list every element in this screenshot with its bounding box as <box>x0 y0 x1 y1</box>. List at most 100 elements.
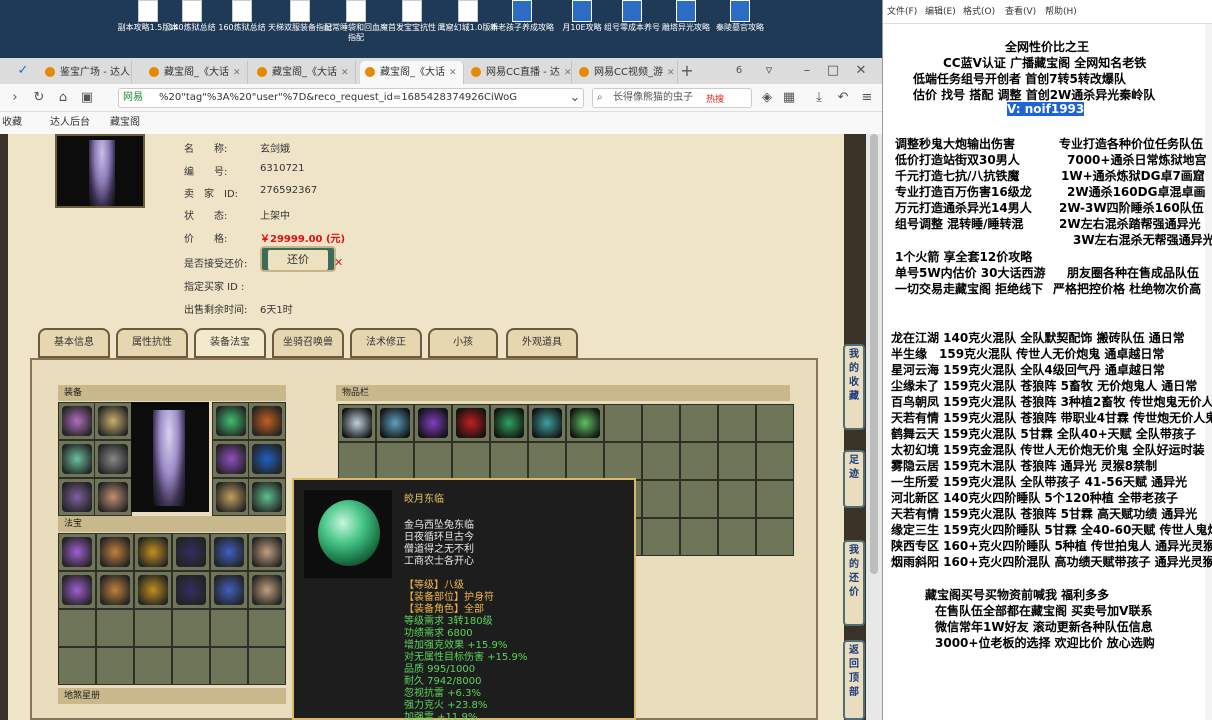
equipment-slot[interactable] <box>58 440 96 478</box>
inventory-slot[interactable] <box>452 442 490 480</box>
equipment-slot[interactable] <box>94 440 132 478</box>
undo-icon[interactable]: ↶ <box>834 89 852 107</box>
url-dropdown-icon[interactable]: ⌄ <box>566 89 584 107</box>
fabao-slot[interactable] <box>58 533 96 571</box>
tab-5[interactable]: 法术修正 <box>350 328 422 358</box>
equipment-slot[interactable] <box>94 402 132 440</box>
fabao-slot[interactable] <box>96 609 134 647</box>
inventory-slot[interactable] <box>756 480 794 518</box>
inventory-slot[interactable] <box>528 442 566 480</box>
hot-search-badge[interactable]: 热搜 <box>706 92 724 105</box>
close-icon[interactable]: ✕ <box>334 256 343 269</box>
browser-logo-icon[interactable]: ✓ <box>14 62 32 80</box>
inventory-slot[interactable] <box>718 404 756 442</box>
fabao-slot[interactable] <box>210 571 248 609</box>
inventory-slot[interactable] <box>756 404 794 442</box>
equipment-slot[interactable] <box>212 478 250 516</box>
inventory-slot[interactable] <box>680 518 718 556</box>
fabao-slot[interactable] <box>210 609 248 647</box>
bookmark-item[interactable]: 达人后台 <box>50 112 90 134</box>
close-window-icon[interactable]: ✕ <box>852 62 870 80</box>
equipment-slot[interactable] <box>58 402 96 440</box>
inventory-slot[interactable] <box>680 442 718 480</box>
new-tab-icon[interactable]: + <box>678 62 696 80</box>
side-button[interactable]: 我的还价 <box>843 540 865 626</box>
inventory-slot[interactable] <box>642 404 680 442</box>
search-input[interactable]: ⌕ 长得像熊猫的虫子 <box>592 88 752 108</box>
equipment-slot[interactable] <box>212 402 250 440</box>
tab-close-icon[interactable]: ✕ <box>667 62 675 84</box>
inventory-slot[interactable] <box>604 442 642 480</box>
side-button[interactable]: 足迹 <box>843 450 865 508</box>
equipment-slot[interactable] <box>248 440 286 478</box>
desktop-icon[interactable]: 秦陵墓官攻略 <box>708 0 772 56</box>
notepad-scrollbar[interactable] <box>1205 24 1212 720</box>
inventory-slot[interactable] <box>718 518 756 556</box>
inventory-slot[interactable] <box>680 404 718 442</box>
inventory-slot[interactable] <box>452 404 490 442</box>
menu-icon[interactable]: ≡ <box>858 89 876 107</box>
side-button[interactable]: 我的收藏 <box>843 344 865 430</box>
fabao-slot[interactable] <box>96 533 134 571</box>
inventory-slot[interactable] <box>642 518 680 556</box>
tab-count[interactable]: 6 <box>730 62 748 80</box>
inventory-slot[interactable] <box>338 404 376 442</box>
inventory-slot[interactable] <box>376 442 414 480</box>
extension-icon[interactable]: ◈ <box>758 89 776 107</box>
fabao-slot[interactable] <box>172 533 210 571</box>
tab-close-icon[interactable]: ✕ <box>449 62 457 84</box>
browser-tab[interactable]: 藏宝阁_《大话 ✕ <box>360 61 464 84</box>
maximize-icon[interactable]: □ <box>824 62 842 80</box>
equipment-slot[interactable] <box>248 478 286 516</box>
inventory-slot[interactable] <box>642 442 680 480</box>
page-scrollbar[interactable] <box>866 134 882 720</box>
desktop-icon[interactable]: 新老孩子养成攻略 <box>490 0 554 56</box>
fabao-slot[interactable] <box>172 647 210 685</box>
fabao-slot[interactable] <box>58 571 96 609</box>
fabao-slot[interactable] <box>134 647 172 685</box>
fabao-slot[interactable] <box>172 609 210 647</box>
fabao-slot[interactable] <box>58 647 96 685</box>
inventory-slot[interactable] <box>376 404 414 442</box>
browser-tab[interactable]: 藏宝阁_《大话 ✕ <box>144 61 248 84</box>
desktop-icon[interactable]: 天梯双服装备指配 <box>268 0 332 56</box>
reload-icon[interactable]: ↻ <box>30 89 48 107</box>
inventory-slot[interactable] <box>414 442 452 480</box>
fabao-slot[interactable] <box>248 609 286 647</box>
counter-offer-button[interactable]: 还价 <box>260 246 336 272</box>
tab-4[interactable]: 坐骑召唤兽 <box>272 328 344 358</box>
inventory-slot[interactable] <box>566 442 604 480</box>
equipment-slot[interactable] <box>212 440 250 478</box>
desktop-icon[interactable]: 日常睡袋和回血魔指配 <box>324 0 388 56</box>
browser-tab[interactable]: 网易CC视频_游 ✕ <box>574 61 678 84</box>
forward-icon[interactable]: › <box>6 89 24 107</box>
briefcase-icon[interactable]: ▣ <box>78 89 96 107</box>
minimize-icon[interactable]: – <box>798 62 816 80</box>
equipment-slot[interactable] <box>58 478 96 516</box>
browser-tab[interactable]: 网易CC直播 - 达 ✕ <box>466 61 572 84</box>
tab-6[interactable]: 小孩 <box>428 328 498 358</box>
tab-1[interactable]: 基本信息 <box>38 328 110 358</box>
fabao-slot[interactable] <box>248 647 286 685</box>
scrollbar-thumb[interactable] <box>870 134 878 574</box>
notepad-menu-item[interactable]: 帮助(H) <box>1045 0 1077 24</box>
inventory-slot[interactable] <box>756 518 794 556</box>
notepad-menu-item[interactable]: 文件(F) <box>887 0 917 24</box>
fabao-slot[interactable] <box>172 571 210 609</box>
inventory-slot[interactable] <box>718 480 756 518</box>
fabao-slot[interactable] <box>58 609 96 647</box>
fabao-slot[interactable] <box>134 609 172 647</box>
notepad-menu-item[interactable]: 格式(O) <box>963 0 995 24</box>
desktop-icon[interactable]: 160炼狱总结 <box>210 0 274 56</box>
browser-tab[interactable]: 鉴宝广场 - 达人 <box>40 61 132 84</box>
inventory-slot[interactable] <box>604 404 642 442</box>
fabao-slot[interactable] <box>248 533 286 571</box>
bookmark-icon[interactable]: ▿ <box>760 62 778 80</box>
tab-close-icon[interactable]: ✕ <box>341 62 349 84</box>
tab-7[interactable]: 外观道具 <box>506 328 578 358</box>
home-icon[interactable]: ⌂ <box>54 89 72 107</box>
tab-close-icon[interactable]: ✕ <box>564 62 571 84</box>
browser-tab[interactable]: 藏宝阁_《大话 ✕ <box>252 61 356 84</box>
tab-3[interactable]: 装备法宝 <box>194 328 266 358</box>
inventory-slot[interactable] <box>528 404 566 442</box>
